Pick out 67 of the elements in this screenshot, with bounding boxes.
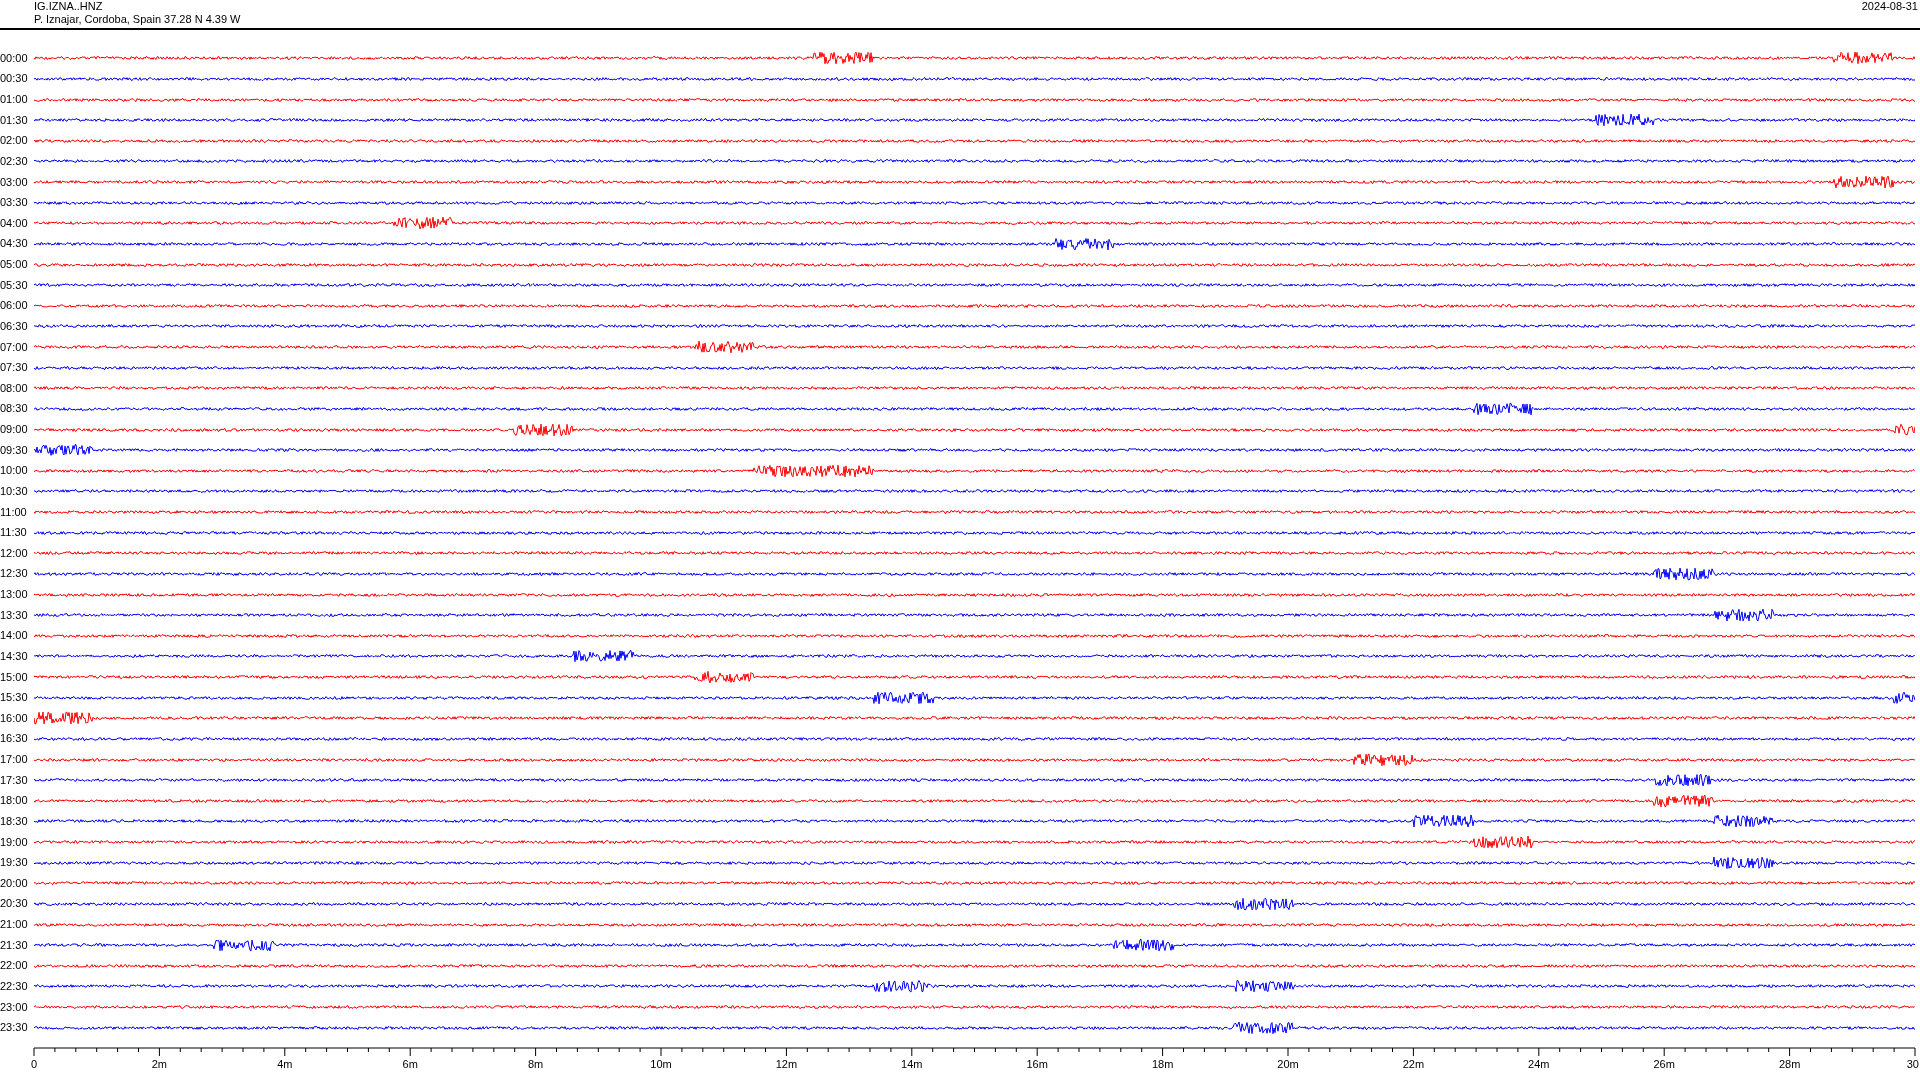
time-label: 01:00 bbox=[0, 93, 29, 107]
time-label: 02:00 bbox=[0, 134, 29, 148]
time-label: 16:30 bbox=[0, 732, 29, 746]
time-label: 10:30 bbox=[0, 484, 29, 498]
time-label: 13:00 bbox=[0, 588, 29, 602]
time-label: 15:00 bbox=[0, 670, 29, 684]
axis-label: 28m bbox=[1778, 1058, 1801, 1070]
station-code: IG.IZNA..HNZ bbox=[34, 0, 104, 13]
time-label: 22:00 bbox=[0, 959, 29, 973]
time-label: 11:30 bbox=[0, 526, 28, 540]
time-label: 23:00 bbox=[0, 1000, 29, 1014]
time-label: 23:30 bbox=[0, 1021, 29, 1035]
axis-label: 30 bbox=[1906, 1058, 1919, 1070]
time-label: 21:30 bbox=[0, 938, 29, 952]
time-label: 09:00 bbox=[0, 423, 29, 437]
axis-label: 0 bbox=[30, 1058, 38, 1070]
time-label: 10:00 bbox=[0, 464, 29, 478]
time-label: 14:30 bbox=[0, 649, 29, 663]
time-label: 04:30 bbox=[0, 237, 29, 251]
time-label: 17:00 bbox=[0, 753, 29, 767]
axis-label: 22m bbox=[1402, 1058, 1425, 1070]
time-label: 08:00 bbox=[0, 381, 29, 395]
time-label: 05:30 bbox=[0, 278, 29, 292]
time-label: 04:00 bbox=[0, 216, 29, 230]
time-label: 20:30 bbox=[0, 897, 29, 911]
time-label: 02:30 bbox=[0, 154, 29, 168]
axis-label: 4m bbox=[277, 1058, 293, 1070]
time-label: 19:30 bbox=[0, 856, 29, 870]
axis-label: 14m bbox=[901, 1058, 923, 1070]
time-label: 15:30 bbox=[0, 691, 29, 705]
time-label: 22:30 bbox=[0, 979, 29, 993]
time-label: 20:00 bbox=[0, 876, 29, 890]
axis-label: 26m bbox=[1653, 1058, 1675, 1070]
time-label: 18:00 bbox=[0, 794, 29, 808]
time-label: 17:30 bbox=[0, 773, 29, 787]
time-label: 07:30 bbox=[0, 361, 29, 375]
time-label: 14:00 bbox=[0, 629, 29, 643]
axis-label: 12m bbox=[775, 1058, 798, 1070]
time-label: 00:30 bbox=[0, 72, 29, 86]
time-label: 09:30 bbox=[0, 443, 29, 457]
axis-label: 8m bbox=[527, 1058, 544, 1070]
time-label: 08:30 bbox=[0, 402, 29, 416]
time-label: 19:00 bbox=[0, 835, 29, 849]
time-label: 06:30 bbox=[0, 319, 29, 333]
time-label: 12:00 bbox=[0, 546, 29, 560]
time-label: 07:00 bbox=[0, 340, 29, 354]
time-label: 03:30 bbox=[0, 196, 29, 210]
time-label: 18:30 bbox=[0, 814, 29, 828]
time-label: 12:30 bbox=[0, 567, 29, 581]
station-location: P. Iznajar, Cordoba, Spain 37.28 N 4.39 W bbox=[34, 13, 241, 26]
time-label: 21:00 bbox=[0, 918, 29, 932]
axis-label: 24m bbox=[1528, 1058, 1550, 1070]
time-label: 13:30 bbox=[0, 608, 29, 622]
date-label: 2024-08-31 bbox=[1861, 0, 1919, 13]
axis-label: 18m bbox=[1151, 1058, 1174, 1070]
axis-label: 10m bbox=[650, 1058, 672, 1070]
axis-label: 2m bbox=[151, 1058, 168, 1070]
time-label: 05:00 bbox=[0, 258, 29, 272]
time-label: 11:00 bbox=[0, 505, 28, 519]
axis-label: 6m bbox=[402, 1058, 418, 1070]
axis-label: 20m bbox=[1277, 1058, 1299, 1070]
time-label: 01:30 bbox=[0, 113, 29, 127]
time-label: 16:00 bbox=[0, 711, 29, 725]
time-label: 03:00 bbox=[0, 175, 29, 189]
time-label: 06:00 bbox=[0, 299, 29, 313]
time-label: 00:00 bbox=[0, 51, 29, 65]
axis-label: 16m bbox=[1026, 1058, 1048, 1070]
